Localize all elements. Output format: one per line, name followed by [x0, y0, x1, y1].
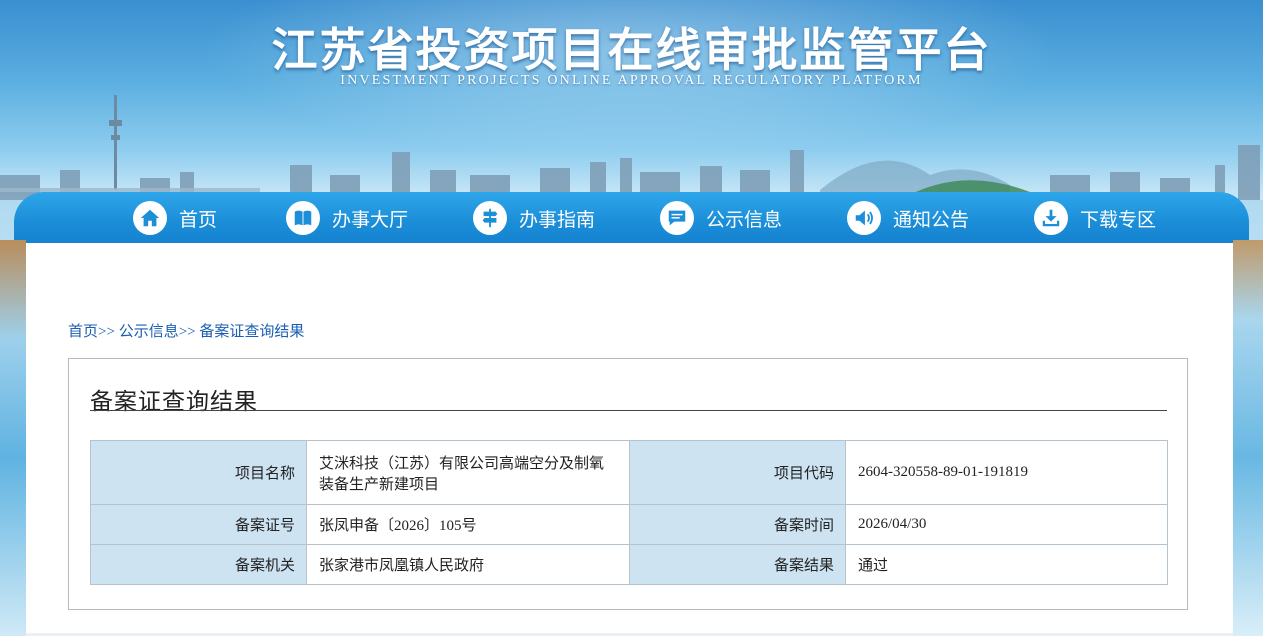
- nav-item-notices[interactable]: 通知公告: [847, 192, 969, 244]
- nav-item-public-info[interactable]: 公示信息: [660, 192, 782, 244]
- nav-item-label: 下载专区: [1080, 208, 1157, 231]
- result-label: 备案结果: [629, 544, 846, 585]
- nav-item-label: 公示信息: [706, 208, 783, 231]
- main-content: 首页>> 公示信息>> 备案证查询结果 备案证查询结果 项目名称 艾洣科技（江苏…: [26, 243, 1233, 636]
- main-nav: 首页 办事大厅 办事指南 公示信息 通知公告 下载专区: [14, 192, 1249, 244]
- book-icon: [286, 201, 320, 235]
- nav-item-guide[interactable]: 办事指南: [473, 192, 595, 244]
- project-name-label: 项目名称: [90, 440, 307, 505]
- nav-item-label: 办事大厅: [332, 208, 409, 231]
- nav-item-service-hall[interactable]: 办事大厅: [286, 192, 408, 244]
- breadcrumb-separator: >>: [98, 324, 115, 340]
- table-row: 项目名称 艾洣科技（江苏）有限公司高端空分及制氧 装备生产新建项目 项目代码 2…: [90, 440, 1168, 505]
- cert-number-value: 张凤申备〔2026〕105号: [306, 504, 630, 545]
- project-name-line: 艾洣科技（江苏）有限公司高端空分及制氧: [319, 455, 605, 472]
- breadcrumb-home-link[interactable]: 首页: [68, 324, 98, 340]
- breadcrumb: 首页>> 公示信息>> 备案证查询结果: [68, 320, 304, 341]
- project-name-value: 艾洣科技（江苏）有限公司高端空分及制氧 装备生产新建项目: [306, 440, 630, 505]
- result-panel: 备案证查询结果 项目名称 艾洣科技（江苏）有限公司高端空分及制氧 装备生产新建项…: [68, 358, 1188, 610]
- home-icon: [133, 201, 167, 235]
- authority-label: 备案机关: [90, 544, 307, 585]
- speaker-icon: [847, 201, 881, 235]
- breadcrumb-public-info-link[interactable]: 公示信息: [119, 324, 179, 340]
- download-icon: [1034, 201, 1068, 235]
- signpost-icon: [473, 201, 507, 235]
- city-skyline-image: [0, 95, 1260, 200]
- nav-item-downloads[interactable]: 下载专区: [1034, 192, 1156, 244]
- cert-number-label: 备案证号: [90, 504, 307, 545]
- header-banner: 江苏省投资项目在线审批监管平台 INVESTMENT PROJECTS ONLI…: [0, 0, 1263, 200]
- filing-date-value: 2026/04/30: [845, 504, 1168, 545]
- site-title: 江苏省投资项目在线审批监管平台: [271, 23, 992, 77]
- result-value: 通过: [845, 544, 1168, 585]
- project-code-label: 项目代码: [629, 440, 846, 505]
- breadcrumb-current[interactable]: 备案证查询结果: [199, 324, 304, 340]
- project-name-line: 装备生产新建项目: [319, 476, 440, 493]
- filing-info-table: 项目名称 艾洣科技（江苏）有限公司高端空分及制氧 装备生产新建项目 项目代码 2…: [90, 440, 1168, 585]
- table-row: 备案证号 张凤申备〔2026〕105号 备案时间 2026/04/30: [90, 504, 1168, 545]
- left-scenery: [0, 240, 26, 636]
- title-divider: [90, 410, 1167, 411]
- nav-item-label: 办事指南: [519, 208, 596, 231]
- table-row: 备案机关 张家港市凤凰镇人民政府 备案结果 通过: [90, 544, 1168, 585]
- message-icon: [660, 201, 694, 235]
- nav-item-label: 通知公告: [893, 208, 970, 231]
- nav-item-label: 首页: [179, 208, 218, 231]
- filing-date-label: 备案时间: [629, 504, 846, 545]
- nav-item-home[interactable]: 首页: [133, 192, 217, 244]
- breadcrumb-separator: >>: [178, 324, 196, 340]
- right-scenery: [1233, 240, 1263, 636]
- authority-value: 张家港市凤凰镇人民政府: [306, 544, 630, 585]
- project-code-value: 2604-320558-89-01-191819: [845, 440, 1168, 505]
